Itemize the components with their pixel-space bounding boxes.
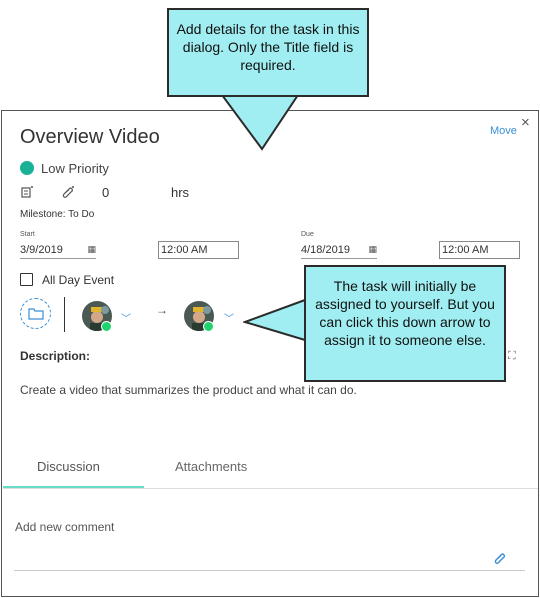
top-callout: Add details for the task in this dialog.… [167,8,369,97]
task-title[interactable]: Overview Video [20,126,160,149]
hours-value[interactable]: 0 [102,185,109,200]
calendar-icon[interactable]: ▦ [368,244,377,255]
calendar-icon[interactable]: ▦ [87,244,96,255]
online-status-dot [203,321,214,332]
assignee-chevron-down-icon[interactable]: ﹀ [224,310,234,325]
comment-underline [14,570,525,571]
start-time-field[interactable]: 12:00 AM [158,241,239,259]
right-callout-pointer [243,298,306,342]
top-callout-pointer [220,95,300,151]
paperclip-icon[interactable] [493,551,507,568]
tab-discussion[interactable]: Discussion [37,459,100,474]
due-label: Due [301,231,314,238]
start-date-value: 3/9/2019 [20,243,63,256]
right-callout: The task will initially be assigned to y… [304,265,506,382]
checklist-icon[interactable] [20,185,34,202]
close-button[interactable]: × [521,115,530,130]
tab-attachments[interactable]: Attachments [175,459,247,474]
expand-icon[interactable]: ⛶ [508,350,516,363]
move-link[interactable]: Move [490,125,517,137]
milestone-label[interactable]: Milestone: To Do [20,209,94,220]
due-time-field[interactable]: 12:00 AM [439,241,520,259]
due-time-value: 12:00 AM [442,244,489,256]
comment-input[interactable]: Add new comment [15,520,114,534]
description-text[interactable]: Create a video that summarizes the produ… [20,383,357,397]
online-status-dot [101,321,112,332]
tab-divider [3,488,538,489]
folder-icon [27,307,44,320]
folder-button[interactable] [20,298,51,329]
hours-label: hrs [171,185,190,200]
attachment-count-icon[interactable] [61,185,75,202]
priority-dot-icon[interactable] [20,161,34,175]
divider [64,297,65,332]
due-date-value: 4/18/2019 [301,243,350,256]
description-label: Description: [20,349,91,363]
chevron-down-icon[interactable]: ﹀ [121,310,131,325]
due-date-field[interactable]: 4/18/2019 ▦ [301,241,377,259]
all-day-checkbox[interactable] [20,273,33,286]
assign-arrow-icon: → [156,303,168,317]
start-label: Start [20,231,35,238]
all-day-label[interactable]: All Day Event [42,273,114,287]
start-time-value: 12:00 AM [161,244,208,256]
priority-label[interactable]: Low Priority [41,161,109,176]
start-date-field[interactable]: 3/9/2019 ▦ [20,241,96,259]
